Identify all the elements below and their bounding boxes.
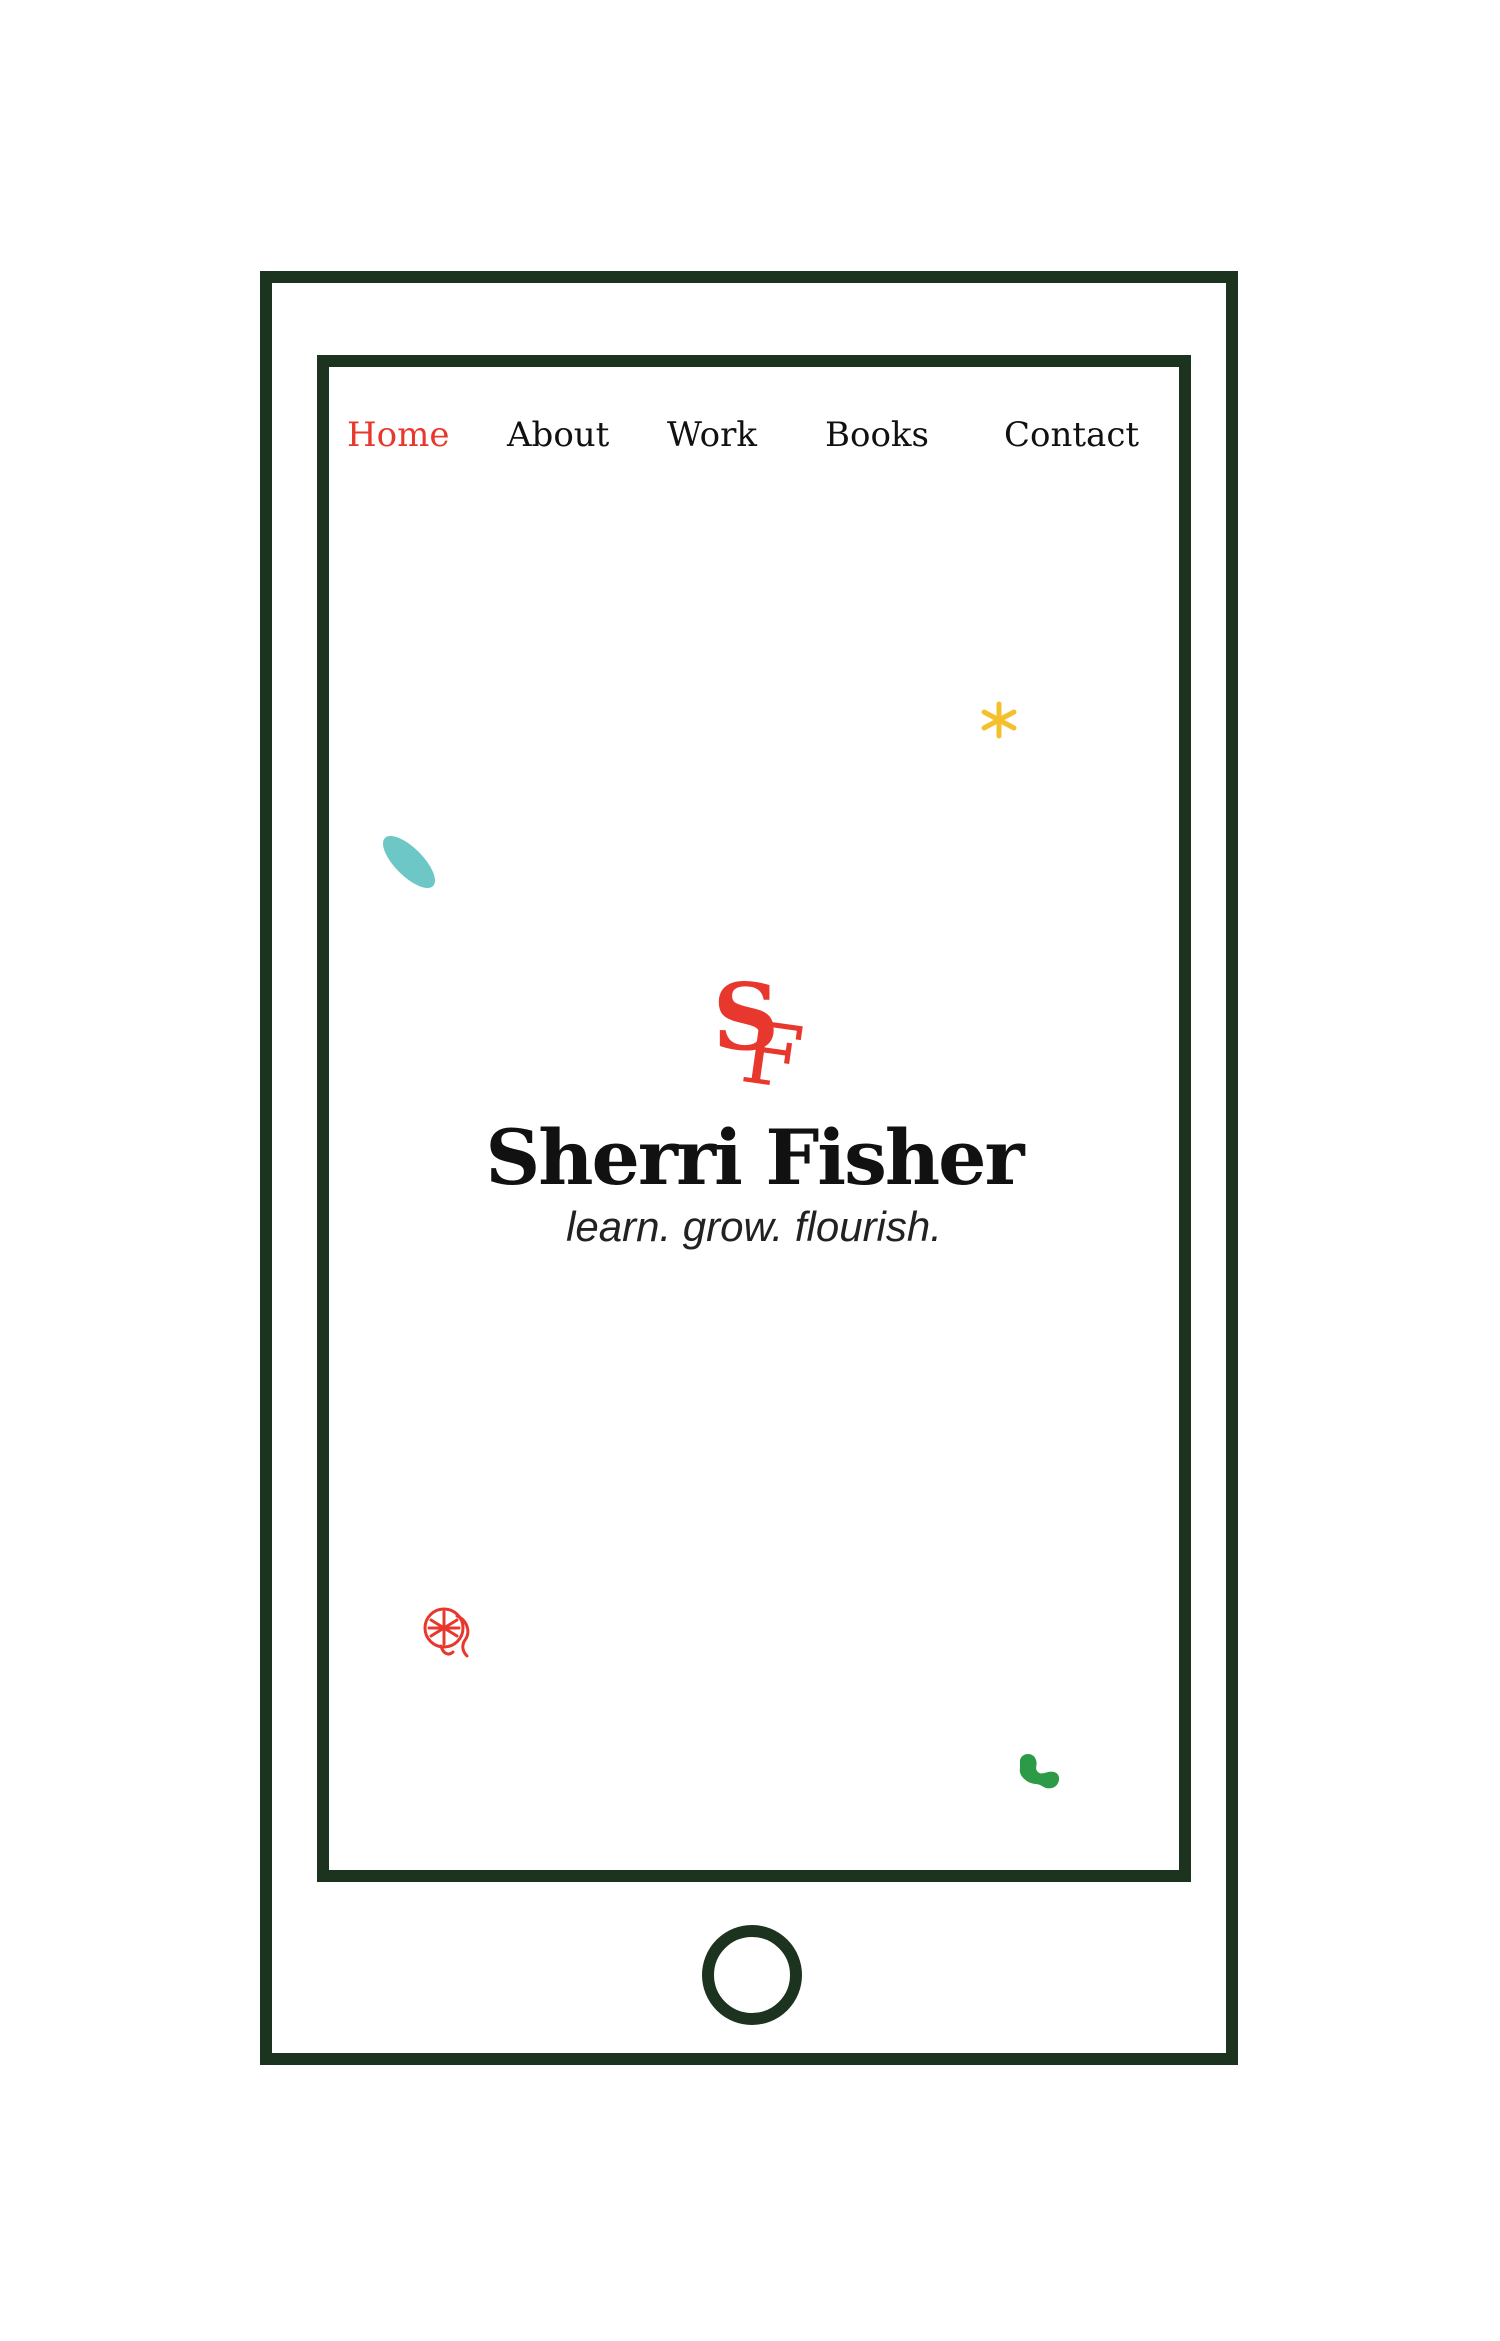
phone-screen: Home About Work Books Contact S F Sherri…: [317, 355, 1191, 1882]
nav-contact[interactable]: Contact: [1004, 405, 1139, 465]
nav-home[interactable]: Home: [347, 405, 449, 465]
yellow-asterisk-icon: [981, 701, 1017, 739]
nav-work[interactable]: Work: [667, 405, 757, 465]
site-name: Sherri Fisher: [485, 1113, 1024, 1202]
teal-brushstroke-icon: [383, 836, 435, 888]
main-nav: Home About Work Books Contact: [329, 405, 1179, 465]
tagline: learn. grow. flourish.: [566, 1203, 942, 1250]
green-blob-icon: [1019, 1754, 1060, 1789]
sf-monogram-logo: S F: [713, 967, 809, 1097]
hero: S F Sherri Fisher learn. grow. flourish.: [329, 967, 1179, 1253]
svg-text:F: F: [736, 1002, 809, 1097]
nav-about[interactable]: About: [507, 405, 609, 465]
phone-home-button[interactable]: [702, 1925, 802, 2025]
red-doodle-flower-icon: [423, 1607, 470, 1658]
nav-books[interactable]: Books: [825, 405, 929, 465]
